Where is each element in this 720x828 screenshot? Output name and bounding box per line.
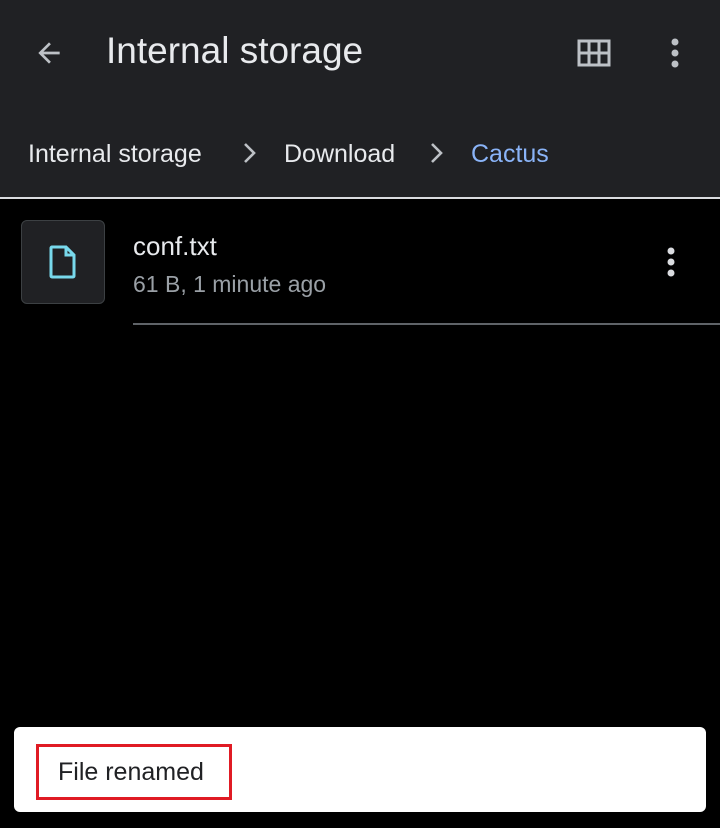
arrow-back-icon — [38, 42, 60, 64]
breadcrumb-cactus[interactable]: Cactus — [471, 140, 549, 169]
file-meta: 61 B, 1 minute ago — [133, 271, 327, 297]
document-icon — [49, 245, 76, 279]
grid-view-icon — [577, 39, 611, 67]
breadcrumb-internal-storage[interactable]: Internal storage — [28, 140, 202, 169]
more-vert-icon — [667, 247, 675, 277]
snackbar: File renamed — [14, 727, 706, 812]
file-more-button[interactable] — [646, 237, 696, 287]
more-vert-icon — [671, 38, 679, 68]
app-bar: Internal storage — [0, 0, 720, 104]
chevron-right-icon — [239, 140, 259, 166]
file-name: conf.txt — [133, 231, 217, 261]
row-divider — [133, 323, 720, 325]
breadcrumb-download[interactable]: Download — [284, 140, 395, 169]
page-title: Internal storage — [106, 30, 364, 71]
more-options-button[interactable] — [650, 28, 700, 78]
chevron-right-icon — [426, 140, 446, 166]
file-thumbnail — [21, 220, 105, 304]
list-item[interactable]: conf.txt 61 B, 1 minute ago — [0, 199, 720, 325]
grid-view-button[interactable] — [569, 28, 619, 78]
back-button[interactable] — [24, 28, 74, 78]
breadcrumb: Internal storage Download Cactus — [0, 104, 720, 198]
snackbar-message: File renamed — [36, 744, 232, 800]
